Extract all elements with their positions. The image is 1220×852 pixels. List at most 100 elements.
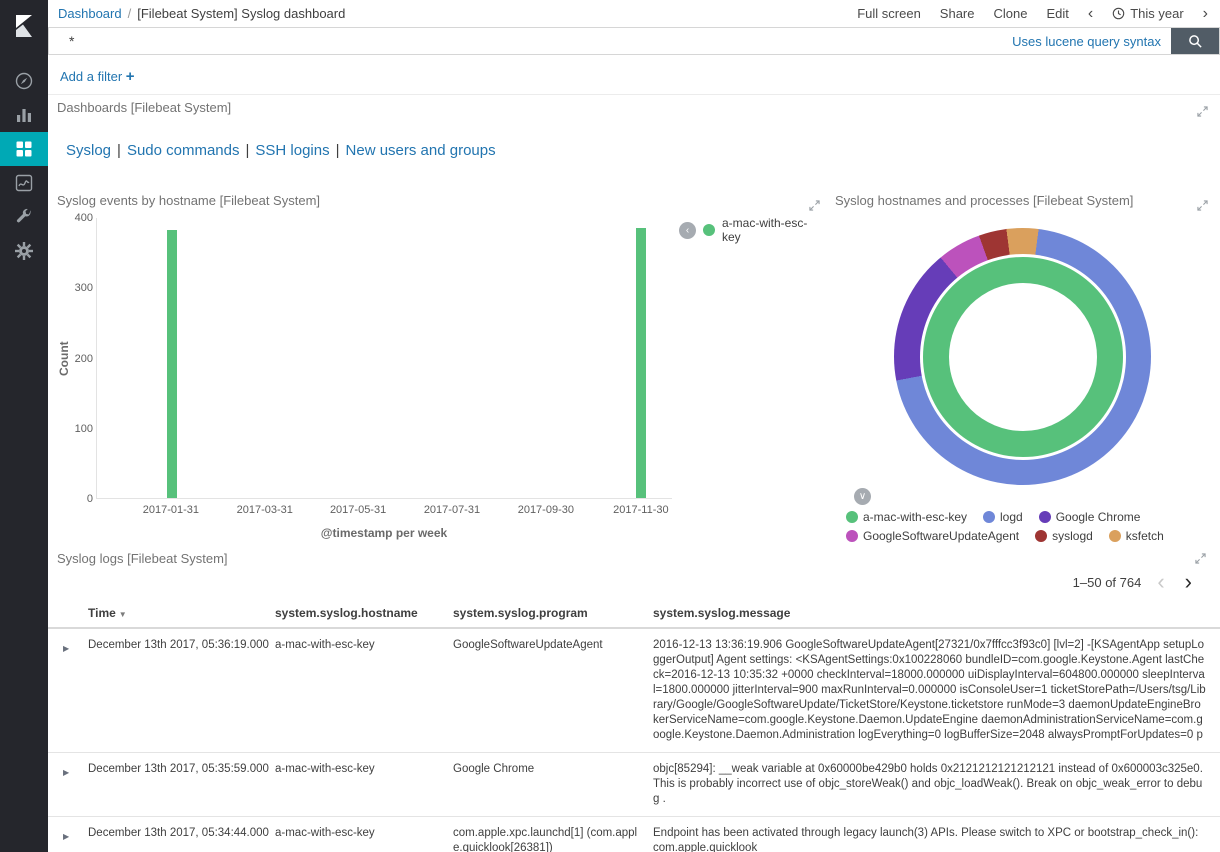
- time-next-button[interactable]: ›: [1203, 6, 1208, 22]
- cell-message: objc[85294]: __weak variable at 0x60000b…: [653, 762, 1220, 807]
- table-header: Time▼ system.syslog.hostname system.sysl…: [48, 600, 1220, 629]
- legend-toggle-button[interactable]: ‹: [679, 222, 696, 239]
- search-button[interactable]: [1171, 28, 1219, 54]
- expand-panel-icon[interactable]: [1197, 198, 1208, 216]
- full-screen-button[interactable]: Full screen: [857, 6, 921, 21]
- dashboard-link-new-users[interactable]: New users and groups: [346, 142, 496, 159]
- cell-message: 2016-12-13 13:36:19.906 GoogleSoftwareUp…: [653, 638, 1220, 743]
- legend-toggle-button[interactable]: ∨: [854, 488, 871, 505]
- query-bar: Uses lucene query syntax: [48, 27, 1220, 55]
- header-expander-col: [48, 606, 88, 620]
- panel-title: Syslog logs [Filebeat System]: [48, 543, 1220, 566]
- legend-item[interactable]: logd: [983, 510, 1023, 524]
- time-range-label: This year: [1130, 6, 1183, 21]
- cell-program: Google Chrome: [453, 762, 653, 807]
- time-prev-button[interactable]: ‹: [1088, 6, 1093, 22]
- legend-item[interactable]: GoogleSoftwareUpdateAgent: [846, 529, 1019, 543]
- pagination-label: 1–50 of 764: [1073, 575, 1142, 590]
- y-tick-label: 0: [87, 493, 93, 505]
- header-message: system.syslog.message: [653, 606, 1220, 620]
- legend-item[interactable]: syslogd: [1035, 529, 1093, 543]
- panel-title: Syslog events by hostname [Filebeat Syst…: [57, 193, 822, 208]
- legend-color-dot: [1039, 511, 1051, 523]
- legend-color-dot: [846, 511, 858, 523]
- cell-program: GoogleSoftwareUpdateAgent: [453, 638, 653, 743]
- lucene-syntax-link[interactable]: Uses lucene query syntax: [1012, 34, 1161, 49]
- expand-panel-icon[interactable]: [1195, 551, 1206, 569]
- breadcrumb: Dashboard / [Filebeat System] Syslog das…: [58, 6, 345, 21]
- sidebar-item-visualize[interactable]: [0, 98, 48, 132]
- x-tick-label: 2017-03-31: [237, 504, 293, 516]
- panel-dashboards-nav: Dashboards [Filebeat System] Syslog|Sudo…: [57, 100, 1208, 170]
- legend-label: logd: [1000, 510, 1023, 524]
- search-input[interactable]: [49, 33, 1012, 49]
- next-page-button[interactable]: ›: [1181, 571, 1196, 593]
- table-row: ▶ December 13th 2017, 05:34:44.000 a-mac…: [48, 817, 1220, 852]
- y-tick-label: 400: [75, 212, 93, 224]
- dashboard-link-sudo-commands[interactable]: Sudo commands: [127, 142, 240, 159]
- time-picker-button[interactable]: This year: [1112, 6, 1183, 21]
- x-tick-label: 2017-11-30: [613, 504, 668, 516]
- legend-item[interactable]: a-mac-with-esc-key: [846, 510, 967, 524]
- row-expand-icon[interactable]: ▶: [48, 826, 88, 852]
- bar-2017-01-31[interactable]: [167, 230, 177, 498]
- x-axis: 2017-01-312017-03-312017-05-312017-07-31…: [96, 504, 672, 518]
- y-tick-label: 300: [75, 282, 93, 294]
- cell-hostname: a-mac-with-esc-key: [275, 638, 453, 743]
- header-hostname: system.syslog.hostname: [275, 606, 453, 620]
- legend-color-dot: [1109, 530, 1121, 542]
- donut-chart[interactable]: [894, 228, 1151, 485]
- panel-hostnames-processes: Syslog hostnames and processes [Filebeat…: [826, 188, 1220, 550]
- edit-button[interactable]: Edit: [1046, 6, 1068, 21]
- cell-time: December 13th 2017, 05:35:59.000: [88, 762, 275, 807]
- legend-label: a-mac-with-esc-key: [863, 510, 967, 524]
- legend-item[interactable]: Google Chrome: [1039, 510, 1141, 524]
- legend-label[interactable]: a-mac-with-esc-key: [722, 216, 822, 244]
- sidebar-item-discover[interactable]: [0, 64, 48, 98]
- y-tick-label: 100: [75, 423, 93, 435]
- donut-inner-ring[interactable]: [923, 257, 1123, 457]
- x-tick-label: 2017-09-30: [518, 504, 574, 516]
- row-expand-icon[interactable]: ▶: [48, 762, 88, 807]
- kibana-logo[interactable]: [0, 0, 48, 52]
- add-filter-link[interactable]: Add a filter +: [60, 69, 135, 84]
- compass-icon: [14, 71, 34, 91]
- cell-hostname: a-mac-with-esc-key: [275, 762, 453, 807]
- row-expand-icon[interactable]: ▶: [48, 638, 88, 743]
- breadcrumb-dashboard-link[interactable]: Dashboard: [58, 6, 122, 21]
- clone-button[interactable]: Clone: [994, 6, 1028, 21]
- share-button[interactable]: Share: [940, 6, 975, 21]
- dashboard-icon: [14, 139, 34, 159]
- cell-message: Endpoint has been activated through lega…: [653, 826, 1220, 852]
- dashboard-link-ssh-logins[interactable]: SSH logins: [255, 142, 329, 159]
- logs-table: Time▼ system.syslog.hostname system.sysl…: [48, 600, 1220, 852]
- legend-color-dot[interactable]: [703, 224, 715, 236]
- panel-title: Dashboards [Filebeat System]: [57, 100, 1208, 115]
- sidebar-item-timelion[interactable]: [0, 166, 48, 200]
- y-axis: 0100200300400: [67, 218, 93, 499]
- gear-icon: [14, 241, 34, 261]
- sidebar-item-dashboard[interactable]: [0, 132, 48, 166]
- expand-panel-icon[interactable]: [809, 198, 820, 216]
- donut-ring-gap: [920, 254, 1126, 460]
- legend-label: Google Chrome: [1056, 510, 1141, 524]
- legend-item[interactable]: ksfetch: [1109, 529, 1164, 543]
- breadcrumb-separator: /: [128, 6, 132, 21]
- expand-panel-icon[interactable]: [1197, 104, 1208, 122]
- cell-hostname: a-mac-with-esc-key: [275, 826, 453, 852]
- bar-2017-11-30[interactable]: [636, 228, 646, 498]
- table-row: ▶ December 13th 2017, 05:36:19.000 a-mac…: [48, 629, 1220, 753]
- x-axis-title: @timestamp per week: [96, 526, 672, 540]
- bar-chart-plot: [96, 218, 672, 499]
- header-time[interactable]: Time▼: [88, 606, 275, 620]
- x-tick-label: 2017-05-31: [330, 504, 386, 516]
- plus-icon: +: [126, 68, 135, 85]
- dashboard-link-syslog[interactable]: Syslog: [66, 142, 111, 159]
- sidebar-item-management[interactable]: [0, 234, 48, 268]
- clock-icon: [1112, 7, 1125, 20]
- kibana-logo-icon: [11, 13, 37, 39]
- timelion-icon: [14, 173, 34, 193]
- prev-page-button[interactable]: ‹: [1153, 571, 1168, 593]
- cell-program: com.apple.xpc.launchd[1] (com.apple.quic…: [453, 826, 653, 852]
- sidebar-item-dev-tools[interactable]: [0, 200, 48, 234]
